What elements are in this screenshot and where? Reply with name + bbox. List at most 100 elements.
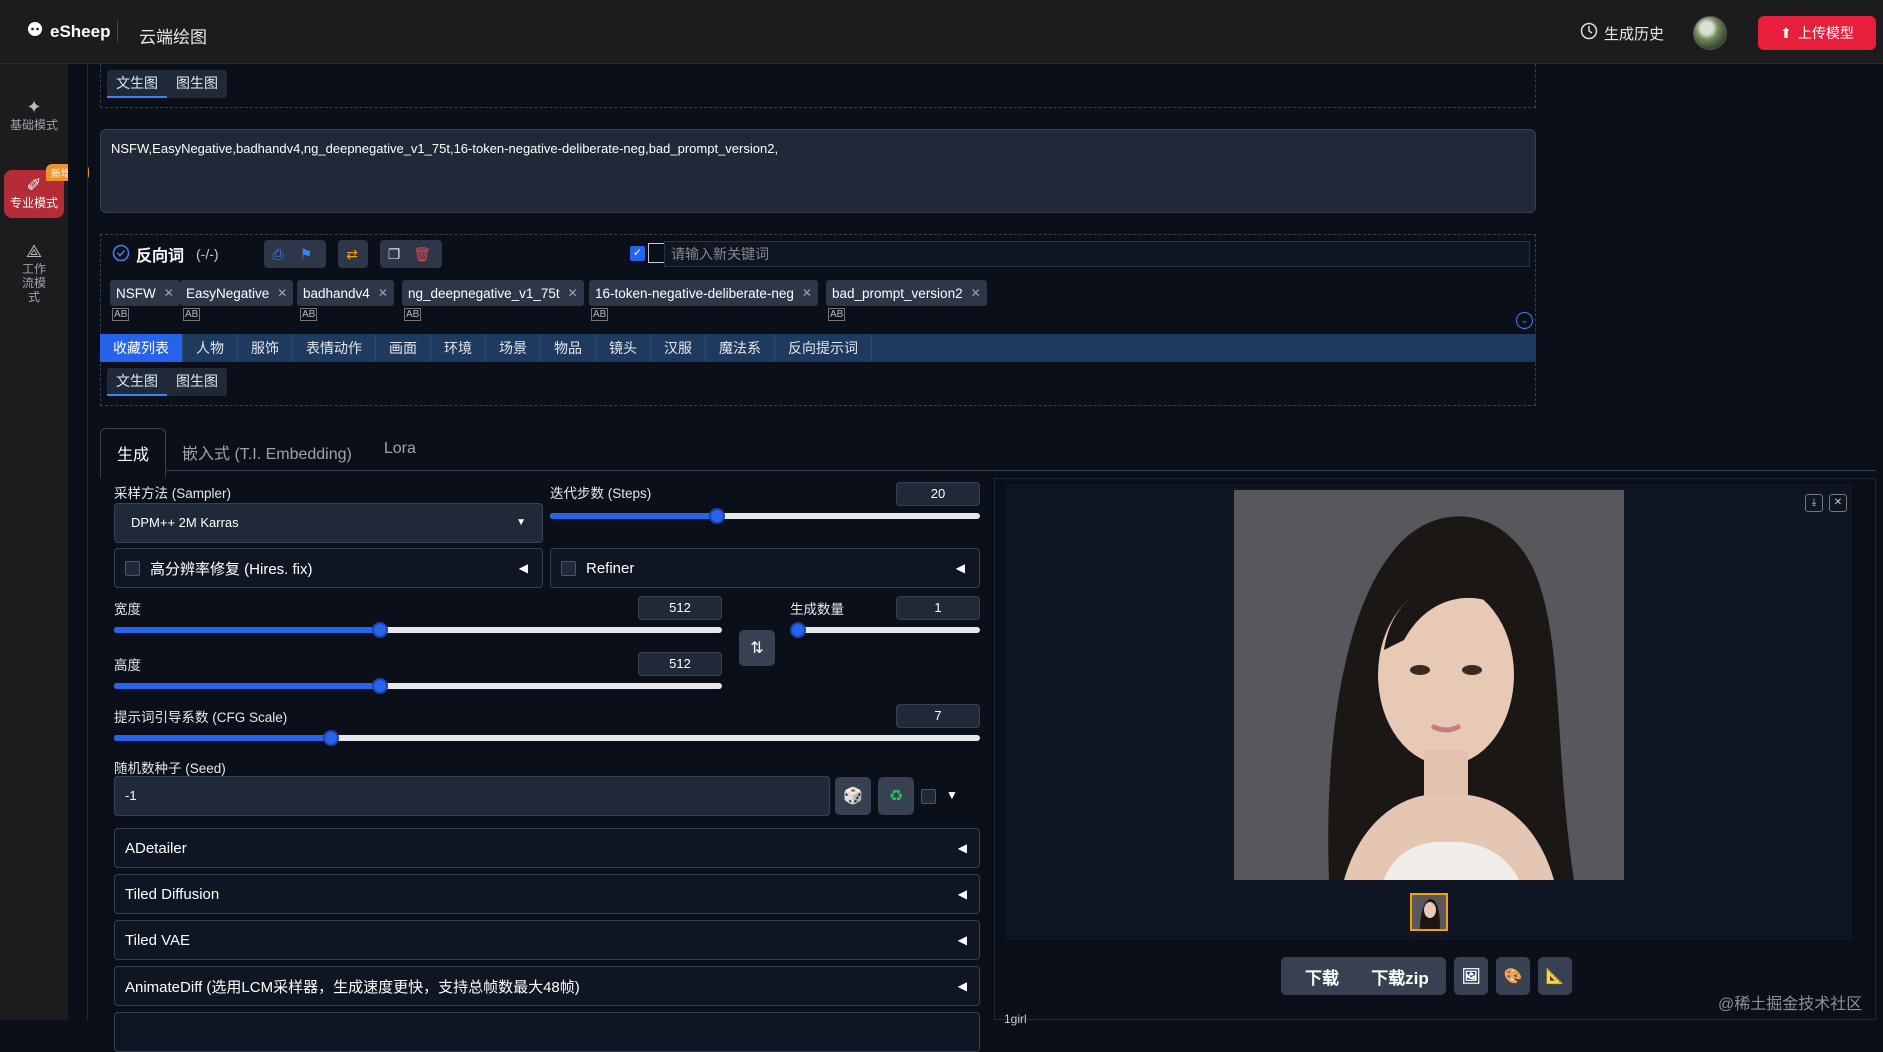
close-icon[interactable]: ✕ (1829, 494, 1847, 512)
nav-item-basic[interactable]: ✦ 基础模式 (4, 98, 64, 132)
keyword-checkbox[interactable]: ✓ (630, 246, 645, 261)
accordion-more[interactable] (114, 1012, 980, 1052)
remove-icon[interactable]: ✕ (378, 286, 388, 300)
bookmark-icon[interactable]: ⚑ (292, 240, 320, 268)
category-item[interactable]: 环境 (431, 334, 486, 362)
category-item[interactable]: 人物 (183, 334, 238, 362)
accordion-adetailer[interactable]: ADetailer ◀ (114, 828, 980, 868)
image-icon[interactable]: 🖼 (1454, 957, 1488, 995)
nav-item-workflow[interactable]: ⟁ 工作流模式 (4, 242, 64, 304)
logo[interactable]: eSheep (26, 20, 110, 43)
width-slider[interactable] (114, 622, 722, 638)
tab-txt2img[interactable]: 文生图 (107, 368, 167, 396)
category-item[interactable]: 物品 (541, 334, 596, 362)
tab-generate[interactable]: 生成 (100, 428, 167, 478)
remove-icon[interactable]: ✕ (971, 286, 981, 300)
palette-icon[interactable]: 🎨 (1496, 957, 1530, 995)
height-input[interactable]: 512 (638, 652, 722, 676)
upload-label: 上传模型 (1797, 25, 1854, 41)
slider-handle[interactable] (372, 622, 388, 638)
tab-txt2img[interactable]: 文生图 (107, 70, 167, 98)
category-item[interactable]: 画面 (376, 334, 431, 362)
history-button[interactable]: 生成历史 (1580, 22, 1664, 44)
remove-icon[interactable]: ✕ (164, 286, 174, 300)
keyword-tag[interactable]: 16-token-negative-deliberate-neg ✕ (589, 280, 818, 306)
translate-icon[interactable]: ⇄ (338, 240, 366, 268)
steps-slider[interactable] (550, 508, 980, 524)
top-bar: eSheep 云端绘图 生成历史 ⬆ 上传模型 (0, 0, 1883, 64)
keyword-input[interactable] (664, 241, 1530, 267)
trash-icon[interactable]: 🗑 (408, 240, 436, 268)
slider-handle[interactable] (790, 622, 806, 638)
keyword-tag[interactable]: ng_deepnegative_v1_75t ✕ (402, 280, 584, 306)
remove-icon[interactable]: ✕ (568, 286, 578, 300)
copy-icon[interactable]: ❐ (380, 240, 408, 268)
hires-fix-toggle[interactable]: 高分辨率修复 (Hires. fix) ◀ (114, 548, 543, 588)
keyword-tag[interactable]: EasyNegative ✕ (180, 280, 294, 306)
category-item[interactable]: 魔法系 (706, 334, 775, 362)
category-item[interactable]: 表情动作 (293, 334, 376, 362)
width-input[interactable]: 512 (638, 596, 722, 620)
ruler-icon[interactable]: 📐 (1538, 957, 1572, 995)
batch-slider[interactable] (790, 622, 980, 638)
seed-expand-icon[interactable]: ▼ (946, 788, 958, 802)
remove-icon[interactable]: ✕ (277, 286, 287, 300)
cfg-input[interactable]: 7 (896, 704, 980, 728)
translate-badge-icon[interactable]: AB (828, 308, 846, 321)
translate-badge-icon[interactable]: AB (300, 308, 318, 321)
recycle-icon[interactable]: ♻ (878, 777, 914, 815)
hires-checkbox[interactable] (125, 560, 140, 576)
dice-icon[interactable]: 🎲 (835, 777, 871, 815)
slider-handle[interactable] (372, 678, 388, 694)
tab-lora[interactable]: Lora (368, 428, 432, 478)
seed-extra-checkbox[interactable] (921, 789, 936, 804)
translate-badge-icon[interactable]: AB (404, 308, 422, 321)
seed-input[interactable]: -1 (114, 776, 830, 816)
tab-img2img[interactable]: 图生图 (167, 368, 227, 396)
steps-input[interactable]: 20 (896, 482, 980, 506)
download-zip-button[interactable]: 下载zip (1354, 957, 1446, 995)
category-item[interactable]: 服饰 (238, 334, 293, 362)
category-favorites[interactable]: 收藏列表 (100, 334, 183, 362)
user-avatar[interactable] (1693, 16, 1727, 50)
height-slider[interactable] (114, 678, 722, 694)
accordion-label: Tiled VAE (125, 931, 191, 949)
translate-badge-icon[interactable]: AB (591, 308, 609, 321)
category-item[interactable]: 镜头 (596, 334, 651, 362)
accordion-animatediff[interactable]: AnimateDiff (选用LCM采样器，生成速度更快，支持总帧数最大48帧)… (114, 966, 980, 1006)
image-thumbnail[interactable] (1410, 893, 1448, 931)
tab-img2img[interactable]: 图生图 (167, 70, 227, 98)
upload-model-button[interactable]: ⬆ 上传模型 (1758, 16, 1876, 50)
generated-image[interactable] (1234, 490, 1624, 880)
sampler-select[interactable]: DPM++ 2M Karras ▼ (114, 503, 543, 543)
check-circle-icon[interactable] (112, 244, 130, 265)
category-item[interactable]: 反向提示词 (775, 334, 872, 362)
sampler-label: 采样方法 (Sampler) (114, 486, 232, 501)
refiner-toggle[interactable]: Refiner ◀ (550, 548, 980, 588)
keyword-tag[interactable]: NSFW ✕ (110, 280, 180, 306)
accordion-tiled-vae[interactable]: Tiled VAE ◀ (114, 920, 980, 960)
slider-handle[interactable] (708, 508, 725, 524)
slider-handle[interactable] (322, 730, 339, 746)
keyword-tag[interactable]: badhandv4 ✕ (297, 280, 394, 306)
refiner-checkbox[interactable] (561, 560, 576, 576)
negative-header: 反向词 (-/-) (112, 242, 219, 266)
category-item[interactable]: 汉服 (651, 334, 706, 362)
category-item[interactable]: 场景 (486, 334, 541, 362)
logo-text: eSheep (50, 21, 111, 41)
translate-badge-icon[interactable]: AB (183, 308, 201, 321)
download-button[interactable]: 下载 (1281, 957, 1363, 995)
translate-badge-icon[interactable]: AB (112, 308, 130, 321)
keyword-tag[interactable]: bad_prompt_version2 ✕ (826, 280, 987, 306)
chevron-down-icon[interactable]: ⌄ (1516, 312, 1533, 329)
negative-prompt-textarea[interactable]: NSFW,EasyNegative,badhandv4,ng_deepnegat… (100, 129, 1536, 213)
tab-embedding[interactable]: 嵌入式 (T.I. Embedding) (166, 428, 368, 478)
swap-dimensions-button[interactable]: ⇅ (739, 630, 775, 666)
download-icon[interactable]: ⤓ (1805, 494, 1823, 512)
cfg-slider[interactable] (114, 730, 980, 746)
accordion-tiled-diffusion[interactable]: Tiled Diffusion ◀ (114, 874, 980, 914)
collapse-arrow-icon: ◀ (957, 841, 967, 855)
import-icon[interactable]: ⎙ (264, 240, 292, 268)
batch-input[interactable]: 1 (896, 596, 980, 620)
remove-icon[interactable]: ✕ (802, 286, 812, 300)
